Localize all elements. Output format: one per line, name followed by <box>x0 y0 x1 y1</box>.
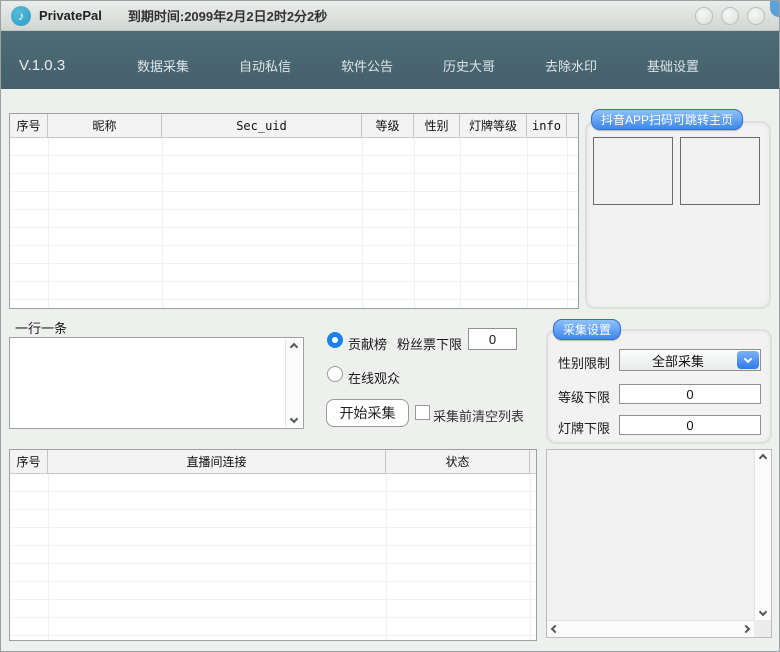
scroll-down-icon[interactable] <box>290 415 298 423</box>
col-level[interactable]: 等级 <box>362 114 414 137</box>
col-info[interactable]: info <box>527 114 567 137</box>
clear-before-collect-label[interactable]: 采集前清空列表 <box>433 406 524 425</box>
radio-contribution-label[interactable]: 贡献榜 <box>348 334 387 353</box>
batch-input-label: 一行一条 <box>15 318 67 337</box>
close-button[interactable] <box>747 7 765 25</box>
level-limit-input[interactable] <box>619 384 761 404</box>
col-index[interactable]: 序号 <box>10 450 48 473</box>
fan-ticket-limit-label: 粉丝票下限 <box>397 334 462 353</box>
minimize-button[interactable] <box>695 7 713 25</box>
grid-line <box>386 474 387 640</box>
start-collect-button[interactable]: 开始采集 <box>326 399 409 427</box>
lamp-limit-label: 灯牌下限 <box>558 418 610 437</box>
tab-auto-message[interactable]: 自动私信 <box>239 56 291 75</box>
grid-line <box>567 138 568 308</box>
col-index[interactable]: 序号 <box>10 114 48 137</box>
scroll-left-icon[interactable] <box>551 625 559 633</box>
scroll-up-icon[interactable] <box>759 454 767 462</box>
qr-code-placeholder-2 <box>680 137 760 205</box>
tab-data-collect[interactable]: 数据采集 <box>137 56 189 75</box>
scroll-up-icon[interactable] <box>290 343 298 351</box>
room-table-body[interactable] <box>10 474 536 640</box>
log-vertical-scrollbar[interactable] <box>754 450 771 620</box>
qr-code-placeholder-1 <box>593 137 673 205</box>
skin-corner-accent <box>770 1 779 17</box>
scroll-right-icon[interactable] <box>742 625 750 633</box>
radio-contribution-rank[interactable] <box>327 332 343 348</box>
app-logo-music-note-icon: ♪ <box>11 6 31 26</box>
user-table-body[interactable] <box>10 138 578 308</box>
log-panel[interactable] <box>546 449 772 638</box>
nav-tabs: 数据采集 自动私信 软件公告 历史大哥 去除水印 基础设置 <box>137 56 699 75</box>
room-table[interactable]: 序号 直播间连接 状态 <box>9 449 537 641</box>
col-nickname[interactable]: 昵称 <box>48 114 162 137</box>
chevron-down-icon <box>744 355 752 363</box>
log-horizontal-scrollbar[interactable] <box>547 620 754 637</box>
window-controls <box>695 7 765 25</box>
textarea-scrollbar[interactable] <box>285 339 302 427</box>
dropdown-button[interactable] <box>737 351 759 369</box>
nav-bar: V.1.0.3 数据采集 自动私信 软件公告 历史大哥 去除水印 基础设置 <box>1 31 779 89</box>
scrollbar-corner <box>754 620 771 637</box>
scroll-down-icon[interactable] <box>759 608 767 616</box>
grid-line <box>48 474 49 640</box>
batch-links-textarea[interactable] <box>9 337 304 429</box>
col-status[interactable]: 状态 <box>386 450 530 473</box>
app-title: PrivatePal <box>39 8 102 23</box>
tab-basic-settings[interactable]: 基础设置 <box>647 56 699 75</box>
fan-ticket-limit-input[interactable] <box>468 328 517 350</box>
col-sec-uid[interactable]: Sec_uid <box>162 114 362 137</box>
lamp-limit-input[interactable] <box>619 415 761 435</box>
radio-online-label[interactable]: 在线观众 <box>348 368 400 387</box>
col-filler <box>567 114 578 137</box>
grid-line <box>414 138 415 308</box>
level-limit-label: 等级下限 <box>558 387 610 406</box>
maximize-button[interactable] <box>721 7 739 25</box>
grid-line <box>362 138 363 308</box>
grid-line <box>460 138 461 308</box>
gender-limit-label: 性别限制 <box>558 353 610 372</box>
grid-line <box>530 474 531 640</box>
grid-line <box>48 138 49 308</box>
tab-software-notice[interactable]: 软件公告 <box>341 56 393 75</box>
tab-remove-watermark[interactable]: 去除水印 <box>545 56 597 75</box>
app-window: ♪ PrivatePal 到期时间:2099年2月2日2时2分2秒 V.1.0.… <box>0 0 780 652</box>
grid-line <box>162 138 163 308</box>
clear-before-collect-checkbox[interactable] <box>415 405 430 420</box>
user-table-header: 序号 昵称 Sec_uid 等级 性别 灯牌等级 info <box>10 114 578 138</box>
user-table[interactable]: 序号 昵称 Sec_uid 等级 性别 灯牌等级 info <box>9 113 579 309</box>
tab-history-bigbro[interactable]: 历史大哥 <box>443 56 495 75</box>
titlebar: ♪ PrivatePal 到期时间:2099年2月2日2时2分2秒 <box>1 1 779 31</box>
qr-panel-title-badge: 抖音APP扫码可跳转主页 <box>591 109 743 130</box>
gender-limit-value: 全部采集 <box>620 351 736 370</box>
col-lamp-level[interactable]: 灯牌等级 <box>460 114 527 137</box>
collect-settings-title-badge: 采集设置 <box>553 319 621 340</box>
grid-line <box>527 138 528 308</box>
gender-limit-select[interactable]: 全部采集 <box>619 349 761 371</box>
col-gender[interactable]: 性别 <box>414 114 460 137</box>
version-label: V.1.0.3 <box>19 57 71 74</box>
col-filler <box>530 450 536 473</box>
radio-online-viewers[interactable] <box>327 366 343 382</box>
expiry-time-label: 到期时间:2099年2月2日2时2分2秒 <box>128 6 327 25</box>
qr-groupbox <box>585 121 771 309</box>
col-room-link[interactable]: 直播间连接 <box>48 450 386 473</box>
room-table-header: 序号 直播间连接 状态 <box>10 450 536 474</box>
